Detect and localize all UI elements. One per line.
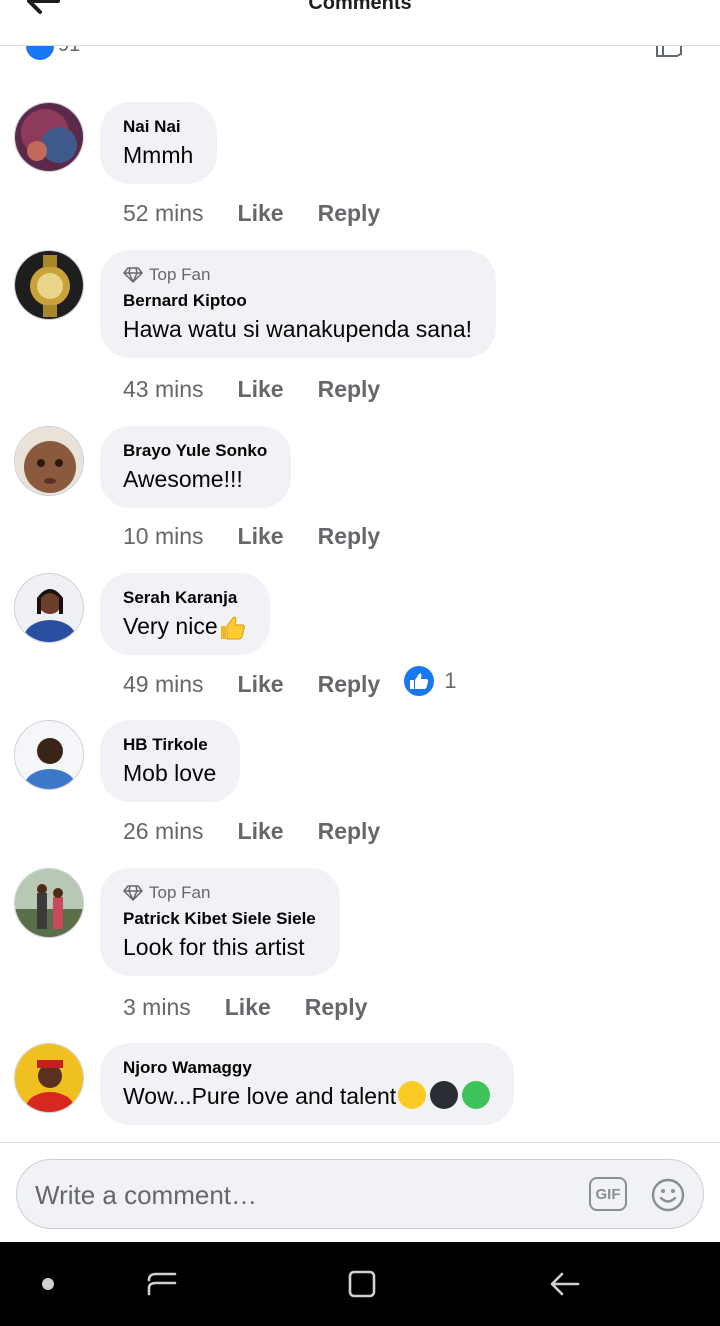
comment-actions: 52 mins Like Reply: [123, 198, 380, 228]
commenter-name[interactable]: HB Tirkole: [123, 734, 216, 756]
avatar[interactable]: [14, 102, 84, 172]
comment-text: Hawa watu si wanakupenda sana!: [123, 316, 473, 342]
back-icon[interactable]: [548, 1268, 580, 1300]
commenter-name[interactable]: Nai Nai: [123, 116, 193, 138]
top-fan-badge: Top Fan: [123, 264, 472, 286]
comment-text: Mob love: [123, 760, 217, 786]
timestamp[interactable]: 52 mins: [123, 200, 204, 227]
like-button[interactable]: Like: [238, 523, 284, 550]
comment-text: Look for this artist: [123, 934, 305, 960]
comment-actions: 49 mins Like Reply 1: [123, 664, 456, 699]
like-reaction-icon: [24, 46, 56, 62]
black-circle-emoji-icon: [430, 1081, 459, 1109]
avatar[interactable]: [14, 250, 84, 320]
avatar[interactable]: [14, 1043, 84, 1113]
top-fan-badge: Top Fan: [123, 882, 316, 904]
comment-bubble[interactable]: Serah Karanja Very nice: [100, 573, 270, 655]
comment-text: Wow...Pure love and talent: [123, 1081, 491, 1111]
diamond-icon: [123, 267, 143, 283]
timestamp[interactable]: 26 mins: [123, 818, 204, 845]
home-icon[interactable]: [346, 1268, 378, 1300]
system-navigation-bar: [0, 1242, 720, 1326]
badge-label: Top Fan: [149, 883, 211, 902]
comment-text-content: Very nice: [123, 613, 218, 639]
comment-actions: 26 mins Like Reply: [123, 816, 380, 846]
like-outline-icon[interactable]: [655, 46, 685, 60]
comment-text: Mmmh: [123, 142, 194, 168]
smiley-icon[interactable]: [651, 1178, 685, 1212]
comment-text: Awesome!!!: [123, 466, 243, 492]
reaction-summary[interactable]: 91: [0, 46, 720, 62]
commenter-name[interactable]: Serah Karanja: [123, 587, 246, 609]
badge-label: Top Fan: [149, 265, 211, 284]
recent-apps-icon[interactable]: [146, 1268, 178, 1300]
nav-dot-icon[interactable]: [42, 1278, 54, 1290]
timestamp[interactable]: 3 mins: [123, 994, 191, 1021]
comment-bubble[interactable]: Nai Nai Mmmh: [100, 102, 218, 184]
comment-bubble[interactable]: Top Fan Patrick Kibet Siele Siele Look f…: [100, 868, 340, 976]
timestamp[interactable]: 49 mins: [123, 671, 204, 698]
avatar[interactable]: [14, 868, 84, 938]
commenter-name[interactable]: Brayo Yule Sonko: [123, 440, 267, 462]
comment-bubble[interactable]: Brayo Yule Sonko Awesome!!!: [100, 426, 292, 508]
like-button[interactable]: Like: [238, 818, 284, 845]
diamond-icon: [123, 885, 143, 901]
yellow-circle-emoji-icon: [398, 1081, 427, 1109]
avatar[interactable]: [14, 426, 84, 496]
comment-input[interactable]: [35, 1170, 575, 1220]
reply-button[interactable]: Reply: [318, 818, 381, 845]
comment-composer: GIF: [0, 1142, 720, 1242]
reply-button[interactable]: Reply: [305, 994, 368, 1021]
green-circle-emoji-icon: [462, 1081, 491, 1109]
like-button[interactable]: Like: [238, 376, 284, 403]
reply-button[interactable]: Reply: [318, 376, 381, 403]
timestamp[interactable]: 10 mins: [123, 523, 204, 550]
comment-actions: 10 mins Like Reply: [123, 521, 380, 551]
commenter-name[interactable]: Patrick Kibet Siele Siele: [123, 908, 316, 930]
page-title: Comments: [308, 0, 412, 14]
like-button[interactable]: Like: [238, 671, 284, 698]
composer-field-wrapper[interactable]: GIF: [16, 1159, 704, 1229]
reaction-count: 91: [58, 46, 80, 57]
comment-reaction-summary[interactable]: 1: [402, 664, 456, 698]
gif-label: GIF: [595, 1185, 621, 1203]
thumbs-up-emoji-icon: [220, 616, 245, 640]
commenter-name[interactable]: Njoro Wamaggy: [123, 1057, 490, 1079]
reply-button[interactable]: Reply: [318, 523, 381, 550]
comment-bubble[interactable]: HB Tirkole Mob love: [100, 720, 241, 802]
comment-bubble[interactable]: Njoro Wamaggy Wow...Pure love and talent: [100, 1043, 515, 1125]
like-reaction-icon: [402, 664, 437, 698]
timestamp[interactable]: 43 mins: [123, 376, 204, 403]
comments-list: Nai Nai Mmmh 52 mins Like Reply Top Fan …: [0, 62, 720, 1142]
comment-actions: 43 mins Like Reply: [123, 374, 380, 404]
reply-button[interactable]: Reply: [318, 200, 381, 227]
reply-button[interactable]: Reply: [318, 671, 381, 698]
like-button[interactable]: Like: [225, 994, 271, 1021]
avatar[interactable]: [14, 573, 84, 643]
like-button[interactable]: Like: [238, 200, 284, 227]
header: Comments: [0, 0, 720, 46]
comment-text: Very nice: [123, 611, 246, 641]
gif-button[interactable]: GIF: [589, 1177, 627, 1211]
comment-text-content: Wow...Pure love and talent: [123, 1083, 397, 1109]
avatar[interactable]: [14, 720, 84, 790]
commenter-name[interactable]: Bernard Kiptoo: [123, 290, 472, 312]
comment-actions: 3 mins Like Reply: [123, 992, 367, 1022]
reaction-count: 1: [444, 668, 457, 693]
comment-bubble[interactable]: Top Fan Bernard Kiptoo Hawa watu si wana…: [100, 250, 497, 358]
